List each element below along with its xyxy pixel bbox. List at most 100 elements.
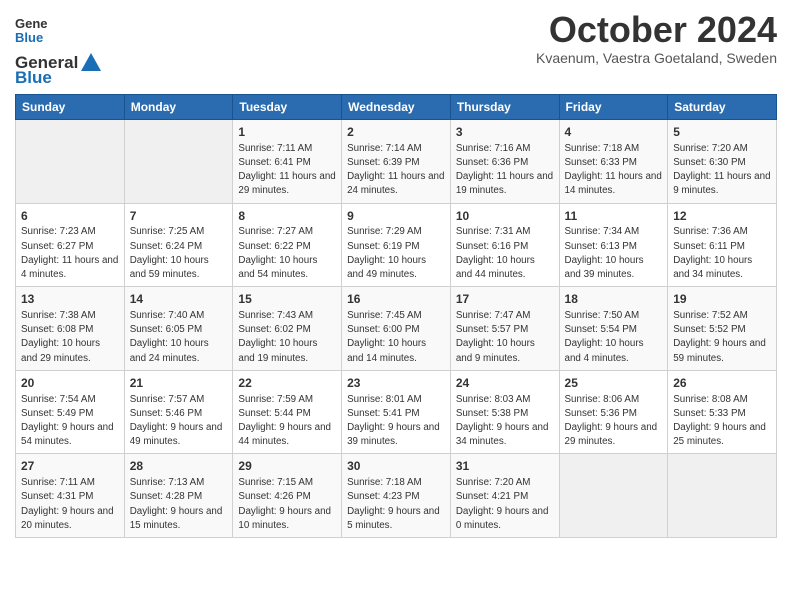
day-info: Sunrise: 7:43 AMSunset: 6:02 PMDaylight:… [238, 309, 336, 366]
calendar-cell: 26Sunrise: 8:08 AMSunset: 5:33 PMDayligh… [668, 370, 777, 454]
day-info: Sunrise: 8:03 AMSunset: 5:38 PMDaylight:… [456, 393, 554, 450]
header-sunday: Sunday [16, 95, 125, 120]
calendar-week-1: 1Sunrise: 7:11 AMSunset: 6:41 PMDaylight… [16, 120, 777, 204]
day-info: Sunrise: 7:59 AMSunset: 5:44 PMDaylight:… [238, 393, 336, 450]
day-info: Sunrise: 7:13 AMSunset: 4:28 PMDaylight:… [130, 476, 228, 533]
day-info: Sunrise: 7:52 AMSunset: 5:52 PMDaylight:… [673, 309, 771, 366]
calendar-cell: 17Sunrise: 7:47 AMSunset: 5:57 PMDayligh… [450, 287, 559, 371]
day-number: 22 [238, 375, 336, 392]
day-number: 16 [347, 291, 445, 308]
day-info: Sunrise: 8:06 AMSunset: 5:36 PMDaylight:… [565, 393, 663, 450]
month-year-title: October 2024 [536, 10, 777, 50]
calendar-cell: 22Sunrise: 7:59 AMSunset: 5:44 PMDayligh… [233, 370, 342, 454]
day-number: 9 [347, 208, 445, 225]
day-number: 27 [21, 458, 119, 475]
day-number: 3 [456, 124, 554, 141]
day-info: Sunrise: 7:29 AMSunset: 6:19 PMDaylight:… [347, 225, 445, 282]
calendar-cell [559, 454, 668, 538]
calendar-cell: 29Sunrise: 7:15 AMSunset: 4:26 PMDayligh… [233, 454, 342, 538]
calendar-week-2: 6Sunrise: 7:23 AMSunset: 6:27 PMDaylight… [16, 203, 777, 287]
day-info: Sunrise: 7:34 AMSunset: 6:13 PMDaylight:… [565, 225, 663, 282]
day-number: 7 [130, 208, 228, 225]
day-number: 21 [130, 375, 228, 392]
day-number: 28 [130, 458, 228, 475]
calendar-cell: 6Sunrise: 7:23 AMSunset: 6:27 PMDaylight… [16, 203, 125, 287]
calendar-cell: 12Sunrise: 7:36 AMSunset: 6:11 PMDayligh… [668, 203, 777, 287]
day-info: Sunrise: 7:40 AMSunset: 6:05 PMDaylight:… [130, 309, 228, 366]
day-info: Sunrise: 7:57 AMSunset: 5:46 PMDaylight:… [130, 393, 228, 450]
day-number: 23 [347, 375, 445, 392]
day-info: Sunrise: 7:20 AMSunset: 4:21 PMDaylight:… [456, 476, 554, 533]
calendar-cell: 24Sunrise: 8:03 AMSunset: 5:38 PMDayligh… [450, 370, 559, 454]
day-info: Sunrise: 7:11 AMSunset: 6:41 PMDaylight:… [238, 142, 336, 199]
svg-text:Blue: Blue [15, 30, 43, 45]
calendar-week-3: 13Sunrise: 7:38 AMSunset: 6:08 PMDayligh… [16, 287, 777, 371]
day-info: Sunrise: 7:50 AMSunset: 5:54 PMDaylight:… [565, 309, 663, 366]
header-monday: Monday [124, 95, 233, 120]
day-number: 19 [673, 291, 771, 308]
calendar-cell: 1Sunrise: 7:11 AMSunset: 6:41 PMDaylight… [233, 120, 342, 204]
calendar-week-5: 27Sunrise: 7:11 AMSunset: 4:31 PMDayligh… [16, 454, 777, 538]
header-tuesday: Tuesday [233, 95, 342, 120]
calendar-cell: 18Sunrise: 7:50 AMSunset: 5:54 PMDayligh… [559, 287, 668, 371]
day-info: Sunrise: 7:25 AMSunset: 6:24 PMDaylight:… [130, 225, 228, 282]
day-number: 11 [565, 208, 663, 225]
day-number: 5 [673, 124, 771, 141]
day-info: Sunrise: 7:16 AMSunset: 6:36 PMDaylight:… [456, 142, 554, 199]
calendar-cell: 31Sunrise: 7:20 AMSunset: 4:21 PMDayligh… [450, 454, 559, 538]
calendar-cell: 30Sunrise: 7:18 AMSunset: 4:23 PMDayligh… [342, 454, 451, 538]
day-number: 25 [565, 375, 663, 392]
calendar-header-row: Sunday Monday Tuesday Wednesday Thursday… [16, 95, 777, 120]
day-info: Sunrise: 7:54 AMSunset: 5:49 PMDaylight:… [21, 393, 119, 450]
calendar-cell: 16Sunrise: 7:45 AMSunset: 6:00 PMDayligh… [342, 287, 451, 371]
calendar-table: Sunday Monday Tuesday Wednesday Thursday… [15, 94, 777, 538]
day-info: Sunrise: 7:18 AMSunset: 6:33 PMDaylight:… [565, 142, 663, 199]
day-info: Sunrise: 7:47 AMSunset: 5:57 PMDaylight:… [456, 309, 554, 366]
day-info: Sunrise: 7:36 AMSunset: 6:11 PMDaylight:… [673, 225, 771, 282]
header-saturday: Saturday [668, 95, 777, 120]
day-number: 15 [238, 291, 336, 308]
day-info: Sunrise: 7:15 AMSunset: 4:26 PMDaylight:… [238, 476, 336, 533]
calendar-cell: 3Sunrise: 7:16 AMSunset: 6:36 PMDaylight… [450, 120, 559, 204]
calendar-cell: 27Sunrise: 7:11 AMSunset: 4:31 PMDayligh… [16, 454, 125, 538]
day-info: Sunrise: 7:31 AMSunset: 6:16 PMDaylight:… [456, 225, 554, 282]
day-number: 31 [456, 458, 554, 475]
day-info: Sunrise: 7:38 AMSunset: 6:08 PMDaylight:… [21, 309, 119, 366]
calendar-cell: 5Sunrise: 7:20 AMSunset: 6:30 PMDaylight… [668, 120, 777, 204]
day-info: Sunrise: 7:18 AMSunset: 4:23 PMDaylight:… [347, 476, 445, 533]
calendar-cell: 11Sunrise: 7:34 AMSunset: 6:13 PMDayligh… [559, 203, 668, 287]
header-thursday: Thursday [450, 95, 559, 120]
day-info: Sunrise: 7:20 AMSunset: 6:30 PMDaylight:… [673, 142, 771, 199]
day-number: 20 [21, 375, 119, 392]
logo-icon: General Blue [15, 14, 47, 51]
day-info: Sunrise: 7:23 AMSunset: 6:27 PMDaylight:… [21, 225, 119, 282]
calendar-cell: 7Sunrise: 7:25 AMSunset: 6:24 PMDaylight… [124, 203, 233, 287]
calendar-cell: 9Sunrise: 7:29 AMSunset: 6:19 PMDaylight… [342, 203, 451, 287]
calendar-cell: 25Sunrise: 8:06 AMSunset: 5:36 PMDayligh… [559, 370, 668, 454]
calendar-cell: 14Sunrise: 7:40 AMSunset: 6:05 PMDayligh… [124, 287, 233, 371]
calendar-cell: 19Sunrise: 7:52 AMSunset: 5:52 PMDayligh… [668, 287, 777, 371]
calendar-cell: 8Sunrise: 7:27 AMSunset: 6:22 PMDaylight… [233, 203, 342, 287]
calendar-cell: 28Sunrise: 7:13 AMSunset: 4:28 PMDayligh… [124, 454, 233, 538]
calendar-cell: 20Sunrise: 7:54 AMSunset: 5:49 PMDayligh… [16, 370, 125, 454]
page-header: General Blue General Blue October 2024 K… [15, 10, 777, 86]
day-number: 17 [456, 291, 554, 308]
calendar-cell: 13Sunrise: 7:38 AMSunset: 6:08 PMDayligh… [16, 287, 125, 371]
day-info: Sunrise: 8:01 AMSunset: 5:41 PMDaylight:… [347, 393, 445, 450]
calendar-cell: 23Sunrise: 8:01 AMSunset: 5:41 PMDayligh… [342, 370, 451, 454]
day-number: 2 [347, 124, 445, 141]
day-number: 10 [456, 208, 554, 225]
day-info: Sunrise: 7:45 AMSunset: 6:00 PMDaylight:… [347, 309, 445, 366]
day-number: 26 [673, 375, 771, 392]
day-number: 29 [238, 458, 336, 475]
day-info: Sunrise: 7:14 AMSunset: 6:39 PMDaylight:… [347, 142, 445, 199]
day-info: Sunrise: 7:27 AMSunset: 6:22 PMDaylight:… [238, 225, 336, 282]
day-number: 13 [21, 291, 119, 308]
calendar-cell: 15Sunrise: 7:43 AMSunset: 6:02 PMDayligh… [233, 287, 342, 371]
day-number: 24 [456, 375, 554, 392]
day-info: Sunrise: 7:11 AMSunset: 4:31 PMDaylight:… [21, 476, 119, 533]
calendar-cell [668, 454, 777, 538]
header-wednesday: Wednesday [342, 95, 451, 120]
calendar-cell [16, 120, 125, 204]
calendar-cell: 2Sunrise: 7:14 AMSunset: 6:39 PMDaylight… [342, 120, 451, 204]
